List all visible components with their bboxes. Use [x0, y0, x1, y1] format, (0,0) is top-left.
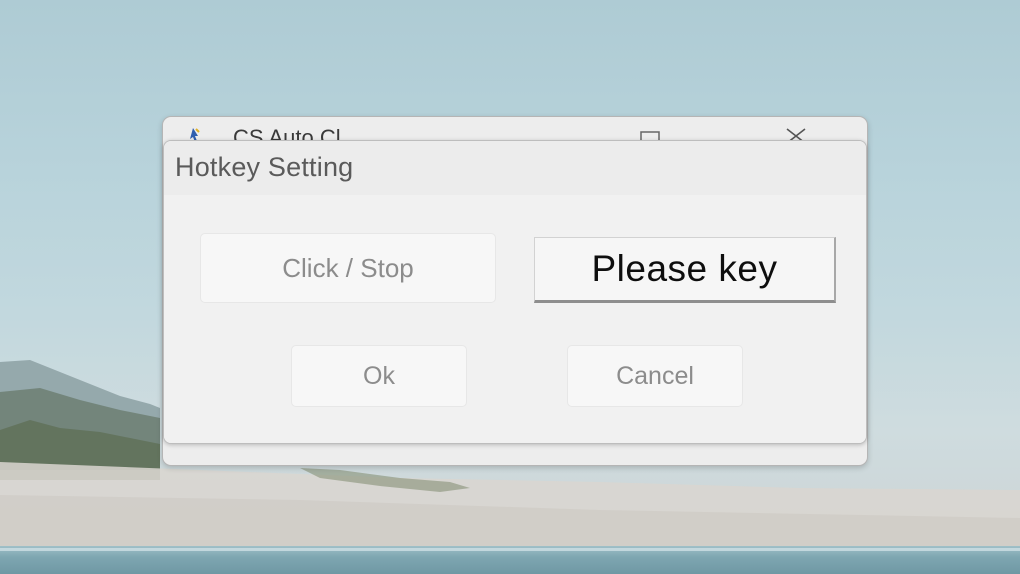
- click-stop-label: Click / Stop: [282, 252, 414, 283]
- hotkey-input-value: Please key: [591, 248, 778, 289]
- taskbar-highlight: [0, 548, 1020, 551]
- dialog-title: Hotkey Setting: [175, 152, 354, 182]
- cancel-label: Cancel: [616, 361, 694, 390]
- hotkey-setting-dialog: Hotkey Setting Click / Stop Please key O…: [163, 140, 867, 444]
- dialog-titlebar[interactable]: Hotkey Setting: [164, 141, 866, 195]
- hotkey-input-field[interactable]: Please key: [534, 237, 836, 303]
- ok-button[interactable]: Ok: [291, 345, 467, 407]
- cancel-button[interactable]: Cancel: [567, 345, 743, 407]
- desktop-background: CS Auto Cl... Hotkey Setting Click / Sto…: [0, 0, 1020, 574]
- click-stop-button[interactable]: Click / Stop: [200, 233, 496, 303]
- ok-label: Ok: [363, 361, 395, 390]
